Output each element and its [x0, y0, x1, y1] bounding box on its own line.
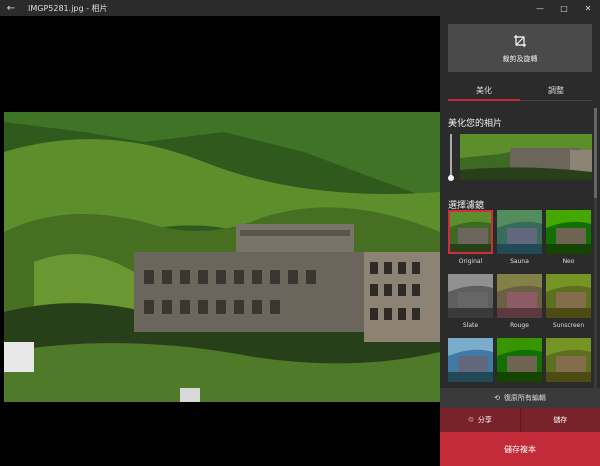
filter-thumb-row3-c[interactable]	[546, 338, 591, 382]
filter-label: Sunscreen	[552, 322, 585, 329]
action-row: ♲ 分享 儲存	[440, 408, 600, 432]
enhance-title: 美化您的相片	[448, 119, 503, 129]
enhance-preview	[460, 134, 592, 180]
filter-sauna[interactable]: Sauna	[497, 210, 542, 265]
filter-thumb	[497, 274, 542, 318]
window-title: IMGP5281.jpg - 相片	[28, 3, 108, 13]
crop-rotate-label: 裁剪及旋轉	[502, 54, 538, 63]
tab-adjust[interactable]: 調整	[520, 80, 592, 100]
crop-rotate-button[interactable]: 裁剪及旋轉	[448, 24, 592, 72]
filter-thumb	[546, 210, 591, 254]
edit-panel: 裁剪及旋轉 美化 調整 美化您的相片 選擇濾鏡 Original Sauna N…	[440, 16, 600, 466]
tab-enhance[interactable]: 美化	[448, 80, 520, 101]
undo-icon: ⟲	[494, 394, 500, 402]
save-copy-button[interactable]: 儲存複本	[440, 432, 600, 466]
share-label: 分享	[477, 416, 492, 424]
filter-thumb	[497, 338, 542, 382]
filter-thumb	[497, 210, 542, 254]
panel-scrollbar-thumb[interactable]	[594, 108, 597, 198]
save-copy-label: 儲存複本	[504, 444, 536, 454]
filter-thumb-row3-a[interactable]	[448, 338, 493, 382]
photo	[4, 112, 440, 402]
filter-thumb	[448, 274, 493, 318]
filter-thumb	[546, 338, 591, 382]
filter-label: Neo	[562, 258, 575, 265]
title-bar: ← IMGP5281.jpg - 相片 — □ ✕	[0, 0, 600, 16]
back-arrow-icon[interactable]: ←	[0, 3, 22, 14]
filter-grid: Original Sauna Neo Slate Rouge Sunscreen	[448, 210, 592, 390]
filter-thumb	[546, 274, 591, 318]
slider-knob[interactable]	[448, 175, 454, 181]
enhance-slider[interactable]	[448, 134, 592, 181]
photo-canvas	[0, 16, 440, 466]
filter-thumb-row3-b[interactable]	[497, 338, 542, 382]
window-controls: — □ ✕	[528, 0, 600, 16]
crop-icon	[513, 33, 527, 52]
slider-track[interactable]	[450, 134, 452, 178]
filter-label: Rouge	[510, 322, 529, 329]
share-button[interactable]: ♲ 分享	[440, 408, 521, 432]
filter-label: Sauna	[510, 258, 529, 265]
minimize-icon[interactable]: —	[528, 0, 552, 16]
save-button[interactable]: 儲存	[520, 408, 600, 432]
edit-tabs: 美化 調整	[448, 80, 592, 101]
filter-thumb	[448, 210, 493, 254]
save-label: 儲存	[553, 416, 568, 424]
filter-rouge[interactable]: Rouge	[497, 274, 542, 329]
undo-label: 復原所有編輯	[503, 394, 546, 402]
filter-label: Slate	[462, 322, 479, 329]
share-icon: ♲	[467, 416, 474, 424]
undo-all-button[interactable]: ⟲ 復原所有編輯	[440, 388, 600, 408]
filter-thumb	[448, 338, 493, 382]
filter-slate[interactable]: Slate	[448, 274, 493, 329]
close-icon[interactable]: ✕	[576, 0, 600, 16]
maximize-icon[interactable]: □	[552, 0, 576, 16]
filter-label: Original	[458, 258, 483, 265]
filter-original[interactable]: Original	[448, 210, 493, 265]
filter-sunscreen[interactable]: Sunscreen	[546, 274, 591, 329]
filter-neo[interactable]: Neo	[546, 210, 591, 265]
